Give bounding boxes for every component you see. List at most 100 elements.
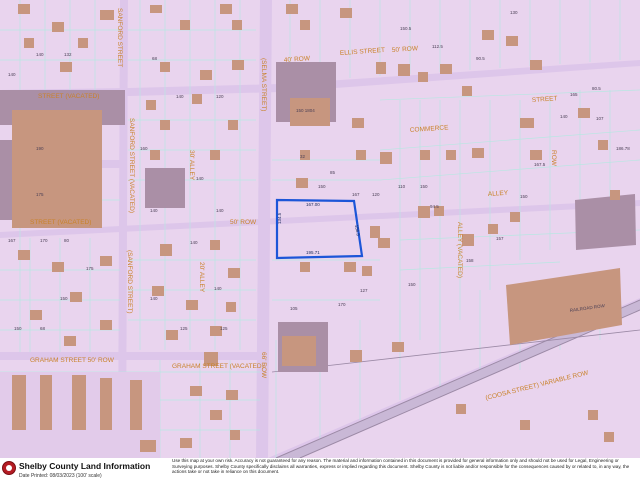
building-footprint bbox=[370, 226, 380, 238]
parcel-dimension: 140 bbox=[216, 208, 224, 213]
building-footprint bbox=[190, 386, 202, 396]
parcel-dimension: 140 bbox=[150, 208, 158, 213]
parcel-dimension: 140 bbox=[8, 72, 16, 77]
building-footprint bbox=[220, 4, 232, 14]
building-footprint bbox=[604, 432, 614, 442]
parcel-dimension: 167.5 bbox=[534, 162, 546, 167]
parcel-dimension: 165 bbox=[570, 92, 578, 97]
parcel-dimension: 132 bbox=[64, 52, 72, 57]
building-footprint bbox=[376, 62, 386, 74]
parcel-dimension: 167 bbox=[8, 238, 16, 243]
building-label: 150 1804 bbox=[296, 108, 315, 113]
building-footprint bbox=[150, 5, 162, 13]
building-footprint bbox=[166, 330, 178, 340]
county-seal-icon bbox=[2, 461, 16, 475]
building-footprint bbox=[530, 150, 542, 160]
building-footprint bbox=[352, 118, 364, 128]
subject-dim-left: 134.5 bbox=[277, 212, 282, 224]
building-footprint bbox=[100, 320, 112, 330]
building-footprint bbox=[472, 148, 484, 158]
parcel-dimension: 80.5 bbox=[592, 86, 601, 91]
building-footprint bbox=[340, 8, 352, 18]
parcel-dimension: 120 bbox=[372, 192, 380, 197]
parcel-dimension: 170 bbox=[40, 238, 48, 243]
parcel-dimension: 80 bbox=[64, 238, 70, 243]
building-footprint bbox=[18, 4, 30, 14]
map-footer: Shelby County Land Information Date Prin… bbox=[0, 458, 640, 487]
street-label-50row-mid: 50' ROW bbox=[230, 219, 257, 226]
building-footprint bbox=[598, 140, 608, 150]
parcel-dimension: 158 bbox=[466, 258, 474, 263]
building-footprint bbox=[228, 120, 238, 130]
parcel-dimension: 94.5 bbox=[430, 204, 439, 209]
building-footprint bbox=[446, 150, 456, 160]
date-printed: Date Printed: 08/03/2023 (100' scale) bbox=[19, 473, 102, 479]
building-footprint bbox=[350, 350, 362, 362]
subject-dim-top: 167.00 bbox=[306, 202, 320, 207]
building-footprint bbox=[420, 150, 430, 160]
building-footprint bbox=[226, 390, 238, 400]
building-footprint bbox=[232, 60, 244, 70]
street-label-graham-vacated: GRAHAM STREET (VACATED) bbox=[172, 363, 264, 370]
building-footprint bbox=[150, 150, 160, 160]
parcel-dimension: 110 bbox=[398, 184, 406, 189]
parcel-dimension: 140 bbox=[150, 296, 158, 301]
parcel-dimension: 105 bbox=[290, 306, 298, 311]
building-footprint bbox=[362, 266, 372, 276]
street-label-alley-vacated: ALLEY (VACATED) bbox=[456, 222, 463, 278]
building-footprint bbox=[210, 240, 220, 250]
street-label-vacated-west2: STREET (VACATED) bbox=[30, 219, 91, 226]
building-footprint bbox=[392, 342, 404, 352]
parcel-dimension: 107 bbox=[596, 116, 604, 121]
building-footprint bbox=[78, 38, 88, 48]
street-label-sanford: SANFORD STREET bbox=[116, 8, 123, 67]
parcel-dimension: 140 bbox=[560, 114, 568, 119]
parcel-dimension: 175 bbox=[36, 192, 44, 197]
parcel-dimension: 150 bbox=[318, 184, 326, 189]
building-footprint bbox=[180, 20, 190, 30]
parcel-dimension: 167 bbox=[352, 192, 360, 197]
building-footprint bbox=[510, 212, 520, 222]
street-label-selma-top: (SELMA STREET) bbox=[260, 58, 267, 111]
building-footprint bbox=[210, 150, 220, 160]
building-footprint bbox=[488, 224, 498, 234]
building-footprint bbox=[100, 256, 112, 266]
building-footprint bbox=[456, 404, 466, 414]
parcel-dimension: 140 bbox=[196, 176, 204, 181]
parcel-dimension: 90.5 bbox=[476, 56, 485, 61]
building-footprint bbox=[230, 430, 240, 440]
building-footprint bbox=[18, 250, 30, 260]
parcel-dimension: 127 bbox=[360, 288, 368, 293]
parcel-dimension: 157 bbox=[496, 236, 504, 241]
building-footprint bbox=[286, 4, 298, 14]
building-footprint bbox=[398, 64, 410, 76]
parcel-dimension: 140 bbox=[36, 52, 44, 57]
parcel-dimension: 68 bbox=[40, 326, 46, 331]
building-footprint bbox=[578, 108, 590, 118]
parcel-map[interactable]: 167.00 195.71 156.5 134.5 ELLIS STREET 5… bbox=[0, 0, 640, 458]
building-footprint bbox=[180, 438, 192, 448]
building-footprint bbox=[226, 302, 236, 312]
brand-title: Shelby County Land Information bbox=[19, 461, 151, 471]
parcel-dimension: 140 bbox=[190, 240, 198, 245]
parcel-dimension: 68 bbox=[152, 56, 158, 61]
parcel-dimension: 125 bbox=[220, 326, 228, 331]
parcel-dimension: 140 bbox=[176, 94, 184, 99]
street-label-66row: 66' ROW bbox=[260, 352, 267, 379]
street-label-graham: GRAHAM STREET 50' ROW bbox=[30, 357, 115, 364]
street-label-20-alley: 20' ALLEY bbox=[198, 262, 205, 293]
parcel-dimension: 150 bbox=[60, 296, 68, 301]
disclaimer-text: Use this map at your own risk. Accuracy … bbox=[172, 458, 630, 475]
building-footprint bbox=[152, 286, 164, 296]
building-footprint bbox=[160, 244, 172, 256]
building-footprint bbox=[64, 336, 76, 346]
parcel-dimension: 186.78 bbox=[616, 146, 630, 151]
parcel-dimension: 125 bbox=[180, 326, 188, 331]
building-footprint bbox=[192, 94, 202, 104]
street-label-sanford-paren: (SANFORD STREET) bbox=[126, 250, 133, 314]
parcel-dimension: 160 bbox=[140, 146, 148, 151]
building-footprint bbox=[210, 410, 222, 420]
parcel-dimension: 130 bbox=[510, 10, 518, 15]
building-footprint bbox=[520, 118, 534, 128]
building-footprint bbox=[160, 120, 170, 130]
